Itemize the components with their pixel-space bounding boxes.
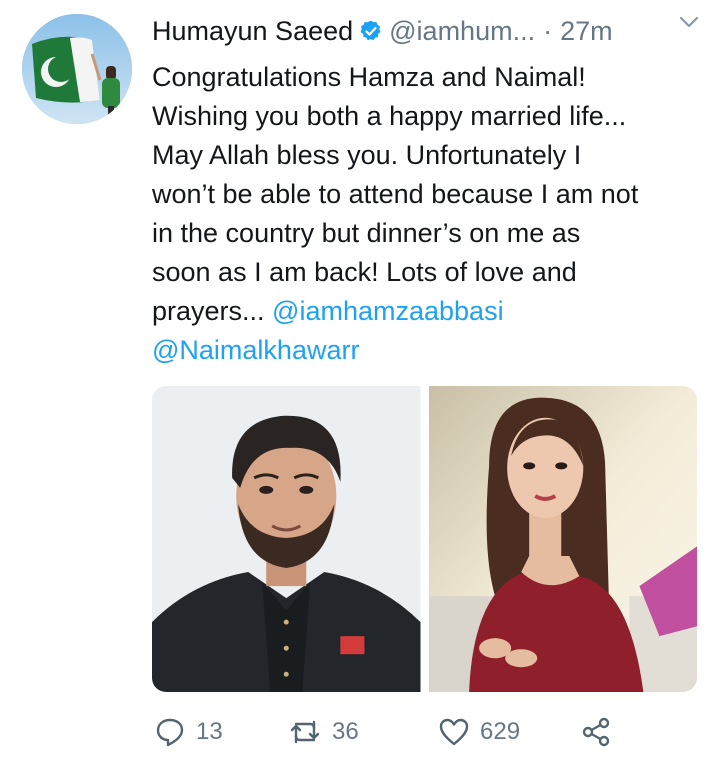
tweet-media [152,386,697,692]
share-icon [580,716,612,748]
tweet-text-line: Congratulations Hamza and Naimal! [152,62,586,92]
like-button[interactable]: 629 [438,712,520,752]
mention-link[interactable]: @Naimalkhawarr [152,335,359,365]
tweet-text-line: @Naimalkhawarr [152,331,702,370]
tweet-text: Congratulations Hamza and Naimal! Wishin… [152,58,702,370]
reply-button[interactable]: 13 [154,712,223,752]
tweet-text-line: Wishing you both a happy married life... [152,101,627,131]
tweet-text-prefix: prayers... [152,296,273,326]
tweet-actions: 13 36 629 [152,712,652,752]
author-name[interactable]: Humayun Saeed [152,16,353,47]
media-photo-hamza[interactable] [152,386,421,692]
retweet-count: 36 [332,718,359,745]
retweet-icon [288,716,322,748]
separator-dot: · [543,15,553,46]
mention-link[interactable]: @iamhamzaabbasi [272,296,504,326]
media-photo-naimal[interactable] [428,386,697,692]
tweet-text-line: in the country but dinner’s on me as [152,218,581,248]
heart-icon [438,716,470,748]
tweet-text-line: prayers... @iamhamzaabbasi [152,292,702,331]
share-button[interactable] [580,712,612,752]
chevron-down-icon[interactable] [678,12,700,32]
author-avatar[interactable] [22,14,132,124]
like-count: 629 [480,718,521,745]
tweet-text-line: soon as I am back! Lots of love and [152,257,577,287]
reply-count: 13 [196,718,223,745]
retweet-button[interactable]: 36 [288,712,359,752]
verified-badge-icon [359,19,383,43]
reply-icon [154,716,186,748]
tweet-header: Humayun Saeed @iamhum... · 27m [152,10,712,52]
author-handle[interactable]: @iamhum... [389,16,535,47]
tweet-text-line: May Allah bless you. Unfortunately I [152,140,582,170]
tweet-timestamp[interactable]: 27m [560,16,613,47]
tweet-text-line: won’t be able to attend because I am not [152,179,639,209]
